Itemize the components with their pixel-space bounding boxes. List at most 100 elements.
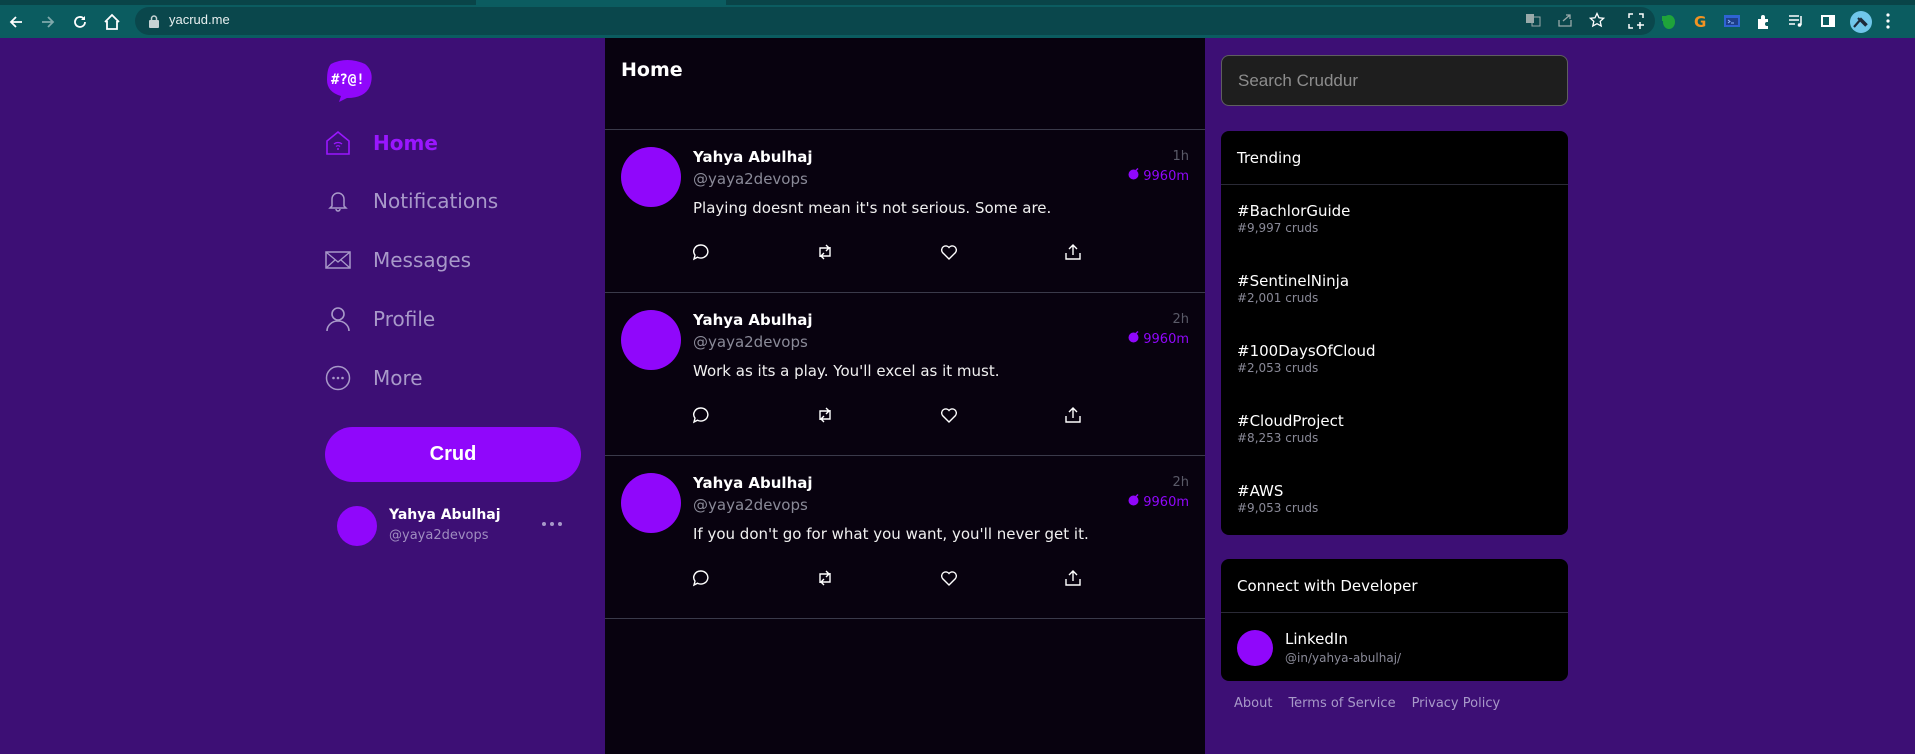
grammarly-icon[interactable]: G <box>1691 12 1711 32</box>
logo[interactable]: #?@! <box>325 58 373 108</box>
post-author-handle[interactable]: @yaya2devops <box>693 333 808 351</box>
reply-icon[interactable] <box>689 566 713 590</box>
developer-link-title: LinkedIn <box>1285 630 1348 648</box>
profile-icon[interactable] <box>1849 10 1873 34</box>
trending-card: Trending #BachlorGuide #9,997 cruds #Sen… <box>1221 131 1568 535</box>
avatar[interactable] <box>621 147 681 207</box>
evernote-icon[interactable] <box>1659 12 1679 32</box>
trending-count: #2,001 cruds <box>1237 291 1319 305</box>
trending-item[interactable]: #SentinelNinja #2,001 cruds <box>1221 255 1568 325</box>
menu-icon[interactable] <box>1885 12 1905 32</box>
post-text: If you don't go for what you want, you'l… <box>693 525 1089 543</box>
trending-tag: #CloudProject <box>1237 412 1344 430</box>
sidebar-item-more[interactable]: More <box>325 358 423 398</box>
bookmark-star-icon[interactable] <box>1588 11 1607 30</box>
post-author-handle[interactable]: @yaya2devops <box>693 496 808 514</box>
share-icon[interactable] <box>1557 12 1575 30</box>
feed-header: Home <box>605 38 1205 130</box>
share-icon[interactable] <box>1061 403 1085 427</box>
reply-icon[interactable] <box>689 403 713 427</box>
trending-tag: #100DaysOfCloud <box>1237 342 1376 360</box>
heart-icon[interactable] <box>937 566 961 590</box>
current-user-name: Yahya Abulhaj <box>389 507 501 523</box>
footer-link-terms[interactable]: Terms of Service <box>1288 696 1395 711</box>
terminal-icon[interactable] <box>1723 12 1743 32</box>
footer-link-privacy[interactable]: Privacy Policy <box>1412 696 1501 711</box>
post-author-name[interactable]: Yahya Abulhaj <box>693 311 813 329</box>
url-text[interactable]: yacrud.me <box>169 12 230 27</box>
post-expiry-value: 9960m <box>1143 494 1189 510</box>
sidebar-item-home[interactable]: Home <box>325 123 438 163</box>
post-text: Playing doesnt mean it's not serious. So… <box>693 199 1052 217</box>
back-icon[interactable] <box>4 10 28 34</box>
trending-tag: #AWS <box>1237 482 1284 500</box>
developer-link-handle: @in/yahya-abulhaj/ <box>1285 651 1402 665</box>
crud-button[interactable]: Crud <box>325 427 581 482</box>
sidebar-item-label: Profile <box>373 307 436 331</box>
repost-icon[interactable] <box>813 240 837 264</box>
footer-link-about[interactable]: About <box>1234 696 1272 711</box>
screenshot-icon[interactable] <box>1627 12 1647 32</box>
home-icon[interactable] <box>100 10 124 34</box>
reload-icon[interactable] <box>68 10 92 34</box>
trending-count: #2,053 cruds <box>1237 361 1319 375</box>
side-panel-icon[interactable] <box>1819 12 1839 32</box>
developer-link-linkedin[interactable]: LinkedIn @in/yahya-abulhaj/ <box>1221 613 1568 681</box>
sidebar-item-label: Home <box>373 131 438 155</box>
sidebar-item-notifications[interactable]: Notifications <box>325 181 498 221</box>
avatar <box>1237 630 1273 666</box>
sidebar-item-messages[interactable]: Messages <box>325 240 471 280</box>
translate-icon[interactable] <box>1525 12 1543 30</box>
current-user-handle: @yaya2devops <box>389 528 489 543</box>
bomb-icon <box>1128 330 1140 347</box>
avatar[interactable] <box>621 310 681 370</box>
post-time: 2h <box>1172 312 1189 327</box>
post[interactable]: Yahya Abulhaj @yaya2devops Playing doesn… <box>605 130 1205 293</box>
post-author-name[interactable]: Yahya Abulhaj <box>693 474 813 492</box>
repost-icon[interactable] <box>813 566 837 590</box>
svg-text:G: G <box>1694 13 1706 30</box>
trending-item[interactable]: #BachlorGuide #9,997 cruds <box>1221 185 1568 255</box>
envelope-icon <box>325 247 351 273</box>
page-title: Home <box>621 59 683 81</box>
more-horizontal-icon[interactable] <box>540 516 564 530</box>
trending-count: #9,997 cruds <box>1237 221 1319 235</box>
sidebar-item-profile[interactable]: Profile <box>325 299 435 339</box>
connect-title: Connect with Developer <box>1221 559 1568 613</box>
avatar[interactable] <box>621 473 681 533</box>
forward-icon[interactable] <box>36 10 60 34</box>
feed: Home Yahya Abulhaj @yaya2devops Playing … <box>605 38 1205 754</box>
address-bar[interactable]: yacrud.me <box>135 7 1655 35</box>
heart-icon[interactable] <box>937 240 961 264</box>
bomb-icon <box>1128 493 1140 510</box>
extensions-icon[interactable] <box>1755 12 1775 32</box>
sidebar-item-label: Messages <box>373 248 472 272</box>
footer-links: About Terms of Service Privacy Policy <box>1234 696 1500 711</box>
post-author-name[interactable]: Yahya Abulhaj <box>693 148 813 166</box>
more-circle-icon <box>325 365 351 391</box>
media-icon[interactable] <box>1787 12 1807 32</box>
post[interactable]: Yahya Abulhaj @yaya2devops Work as its a… <box>605 293 1205 456</box>
trending-item[interactable]: #100DaysOfCloud #2,053 cruds <box>1221 325 1568 395</box>
bell-icon <box>325 188 351 214</box>
post-time: 2h <box>1172 475 1189 490</box>
post-author-handle[interactable]: @yaya2devops <box>693 170 808 188</box>
bomb-icon <box>1128 167 1140 184</box>
post-actions <box>605 566 1205 590</box>
trending-count: #9,053 cruds <box>1237 501 1319 515</box>
heart-icon[interactable] <box>937 403 961 427</box>
post[interactable]: Yahya Abulhaj @yaya2devops If you don't … <box>605 456 1205 619</box>
post-expiry-value: 9960m <box>1143 331 1189 347</box>
lock-icon <box>149 13 159 32</box>
trending-item[interactable]: #AWS #9,053 cruds <box>1221 465 1568 535</box>
share-icon[interactable] <box>1061 240 1085 264</box>
post-time: 1h <box>1172 149 1189 164</box>
repost-icon[interactable] <box>813 403 837 427</box>
reply-icon[interactable] <box>689 240 713 264</box>
share-icon[interactable] <box>1061 566 1085 590</box>
search-input[interactable] <box>1221 55 1568 106</box>
avatar[interactable] <box>337 506 377 546</box>
sidebar-item-label: Notifications <box>373 189 499 213</box>
trending-tag: #BachlorGuide <box>1237 202 1351 220</box>
trending-item[interactable]: #CloudProject #8,253 cruds <box>1221 395 1568 465</box>
